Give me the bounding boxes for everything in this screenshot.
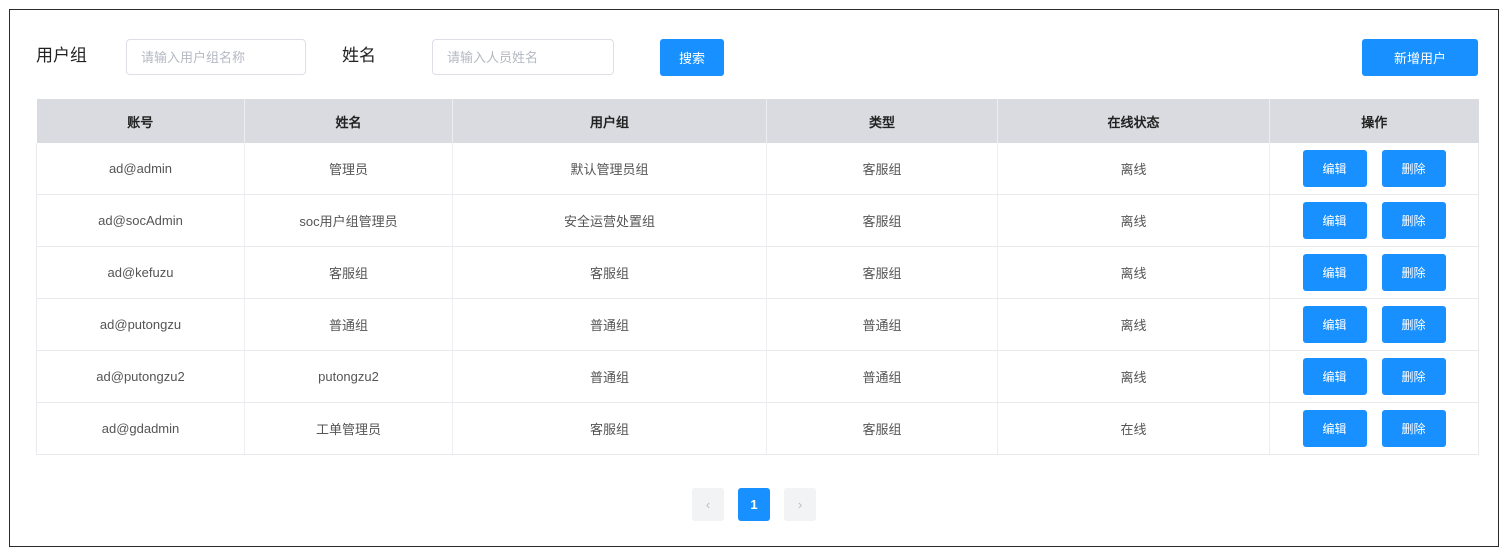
prev-page-chevron-left-icon[interactable]: ‹ (692, 488, 724, 521)
cell-online-status: 离线 (997, 298, 1270, 351)
table-row: ad@admin 管理员 默认管理员组 客服组 离线 编辑 删除 (36, 143, 1479, 195)
edit-button[interactable]: 编辑 (1302, 358, 1367, 395)
cell-name: 管理员 (244, 143, 453, 195)
edit-button[interactable]: 编辑 (1302, 202, 1367, 239)
cell-type: 普通组 (766, 350, 998, 403)
delete-button[interactable]: 删除 (1381, 202, 1446, 239)
table-row: ad@putongzu2 putongzu2 普通组 普通组 离线 编辑 删除 (36, 350, 1479, 403)
cell-type: 客服组 (766, 246, 998, 299)
edit-button[interactable]: 编辑 (1302, 410, 1367, 447)
column-header-user-group: 用户组 (452, 99, 767, 143)
delete-button[interactable]: 删除 (1381, 410, 1446, 447)
cell-user-group: 安全运营处置组 (452, 194, 767, 247)
table-header-row: 账号 姓名 用户组 类型 在线状态 操作 (36, 99, 1479, 143)
cell-account: ad@putongzu2 (36, 350, 245, 403)
cell-name: putongzu2 (244, 350, 453, 403)
cell-account: ad@socAdmin (36, 194, 245, 247)
cell-actions: 编辑 删除 (1269, 246, 1479, 299)
user-management-panel: 用户组 姓名 搜索 新增用户 账号 姓名 用户组 类型 在线状态 (9, 9, 1499, 547)
add-user-button[interactable]: 新增用户 (1362, 39, 1478, 76)
cell-user-group: 普通组 (452, 298, 767, 351)
column-header-account: 账号 (36, 99, 245, 143)
cell-actions: 编辑 删除 (1269, 298, 1479, 351)
cell-actions: 编辑 删除 (1269, 143, 1479, 195)
cell-online-status: 在线 (997, 402, 1270, 455)
column-header-actions: 操作 (1269, 99, 1479, 143)
cell-user-group: 客服组 (452, 246, 767, 299)
pagination: ‹ 1 › (692, 488, 816, 521)
user-group-input[interactable] (126, 39, 306, 75)
column-header-type: 类型 (766, 99, 998, 143)
cell-account: ad@gdadmin (36, 402, 245, 455)
column-header-online-status: 在线状态 (997, 99, 1270, 143)
cell-type: 普通组 (766, 298, 998, 351)
user-table: 账号 姓名 用户组 类型 在线状态 操作 ad@admin 管理员 默认管理员组… (36, 99, 1479, 455)
search-button[interactable]: 搜索 (660, 39, 724, 76)
cell-online-status: 离线 (997, 143, 1270, 195)
page-number-current[interactable]: 1 (738, 488, 770, 521)
delete-button[interactable]: 删除 (1381, 150, 1446, 187)
delete-button[interactable]: 删除 (1381, 306, 1446, 343)
filter-bar: 用户组 姓名 搜索 新增用户 (36, 38, 1478, 78)
cell-online-status: 离线 (997, 194, 1270, 247)
edit-button[interactable]: 编辑 (1302, 306, 1367, 343)
delete-button[interactable]: 删除 (1381, 358, 1446, 395)
cell-account: ad@admin (36, 143, 245, 195)
table-row: ad@putongzu 普通组 普通组 普通组 离线 编辑 删除 (36, 298, 1479, 351)
edit-button[interactable]: 编辑 (1302, 254, 1367, 291)
name-input[interactable] (432, 39, 614, 75)
cell-user-group: 普通组 (452, 350, 767, 403)
delete-button[interactable]: 删除 (1381, 254, 1446, 291)
cell-name: 客服组 (244, 246, 453, 299)
edit-button[interactable]: 编辑 (1302, 150, 1367, 187)
cell-name: 普通组 (244, 298, 453, 351)
cell-online-status: 离线 (997, 246, 1270, 299)
next-page-chevron-right-icon[interactable]: › (784, 488, 816, 521)
cell-actions: 编辑 删除 (1269, 402, 1479, 455)
table-row: ad@kefuzu 客服组 客服组 客服组 离线 编辑 删除 (36, 246, 1479, 299)
cell-account: ad@putongzu (36, 298, 245, 351)
cell-account: ad@kefuzu (36, 246, 245, 299)
cell-name: 工单管理员 (244, 402, 453, 455)
cell-actions: 编辑 删除 (1269, 194, 1479, 247)
name-label: 姓名 (342, 46, 376, 65)
column-header-name: 姓名 (244, 99, 453, 143)
table-row: ad@socAdmin soc用户组管理员 安全运营处置组 客服组 离线 编辑 … (36, 194, 1479, 247)
cell-type: 客服组 (766, 194, 998, 247)
cell-name: soc用户组管理员 (244, 194, 453, 247)
cell-actions: 编辑 删除 (1269, 350, 1479, 403)
cell-type: 客服组 (766, 143, 998, 195)
user-group-label: 用户组 (36, 46, 87, 65)
cell-type: 客服组 (766, 402, 998, 455)
table-row: ad@gdadmin 工单管理员 客服组 客服组 在线 编辑 删除 (36, 402, 1479, 455)
cell-online-status: 离线 (997, 350, 1270, 403)
cell-user-group: 客服组 (452, 402, 767, 455)
cell-user-group: 默认管理员组 (452, 143, 767, 195)
